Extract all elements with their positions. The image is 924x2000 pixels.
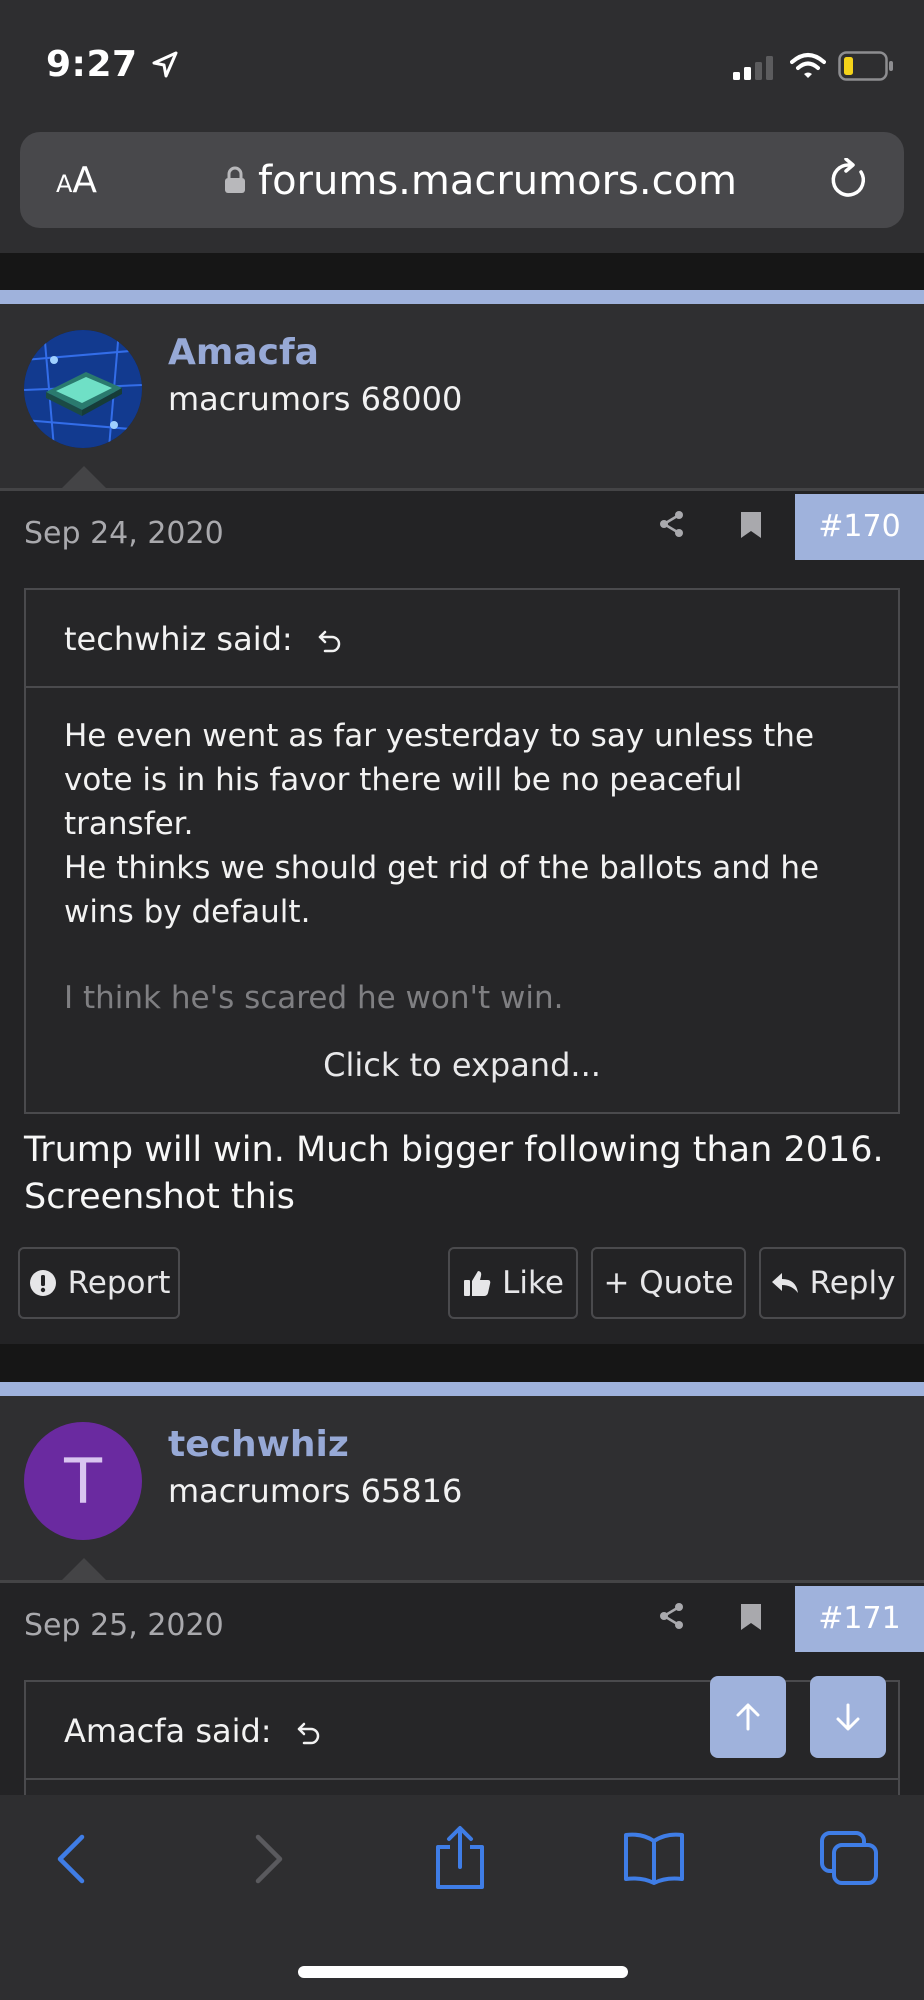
avatar[interactable]: T <box>24 1422 142 1540</box>
back-icon[interactable] <box>52 1831 88 1887</box>
quote-faded-text: I think he's scared he won't win. <box>64 980 564 1016</box>
forward-icon[interactable] <box>252 1831 288 1887</box>
quote-header[interactable]: techwhiz said: <box>26 590 898 688</box>
home-indicator <box>298 1966 628 1978</box>
avatar[interactable] <box>24 330 142 448</box>
user-title: macrumors 68000 <box>168 380 463 418</box>
scroll-up-button[interactable] <box>710 1676 786 1758</box>
browser-top-chrome: 9:27 AA forums.macrumors.com <box>0 0 924 253</box>
reply-arrow-icon <box>771 1273 798 1293</box>
post-number[interactable]: #171 <box>795 1586 924 1652</box>
header-caret <box>62 466 106 488</box>
alert-icon <box>29 1270 56 1296</box>
tabs-icon[interactable] <box>818 1829 880 1887</box>
report-button[interactable]: Report <box>18 1247 180 1319</box>
reply-button[interactable]: Reply <box>759 1247 906 1319</box>
jump-arrow-icon[interactable] <box>296 1720 322 1746</box>
url-text[interactable]: forums.macrumors.com <box>258 158 737 204</box>
wifi-icon <box>790 53 826 78</box>
user-title: macrumors 65816 <box>168 1472 463 1510</box>
share-sheet-icon[interactable] <box>432 1825 488 1891</box>
post-number[interactable]: #170 <box>795 494 924 560</box>
post-gap <box>0 1344 924 1382</box>
share-icon[interactable] <box>658 510 686 538</box>
quote-author[interactable]: techwhiz said: <box>64 620 343 658</box>
bookmark-icon[interactable] <box>740 511 762 539</box>
quote-button[interactable]: + Quote <box>591 1247 746 1319</box>
reload-icon[interactable] <box>828 158 870 202</box>
share-icon[interactable] <box>658 1602 686 1630</box>
quote-block: techwhiz said: He even went as far yeste… <box>24 588 900 1114</box>
post-date[interactable]: Sep 24, 2020 <box>24 516 224 551</box>
post-user-header: Amacfa macrumors 68000 <box>0 304 924 488</box>
username[interactable]: Amacfa <box>168 332 319 373</box>
scroll-down-button[interactable] <box>810 1676 886 1758</box>
thumbs-up-icon <box>464 1271 491 1296</box>
battery-icon <box>838 51 893 81</box>
avatar-image <box>24 330 142 448</box>
post-message: Trump will win. Much bigger following th… <box>24 1130 884 1217</box>
jump-arrow-icon[interactable] <box>317 628 343 654</box>
post-top-rule <box>0 290 924 304</box>
header-caret <box>62 1558 106 1580</box>
post-170: Amacfa macrumors 68000 Sep 24, 2020 #170… <box>0 304 924 1344</box>
signal-icon <box>733 56 773 80</box>
address-bar[interactable]: AA forums.macrumors.com <box>20 132 904 228</box>
divider <box>0 1580 924 1583</box>
book-icon[interactable] <box>622 1831 686 1885</box>
quote-text: He even went as far yesterday to say unl… <box>64 718 820 930</box>
arrow-down-icon <box>836 1703 860 1731</box>
lock-icon <box>225 166 245 193</box>
post-top-rule <box>0 1382 924 1396</box>
username[interactable]: techwhiz <box>168 1424 349 1465</box>
page-gap <box>0 253 924 290</box>
click-to-expand-link[interactable]: Click to expand... <box>26 1046 898 1084</box>
arrow-up-icon <box>736 1703 760 1731</box>
divider <box>0 488 924 491</box>
status-time: 9:27 <box>46 44 138 85</box>
quote-author[interactable]: Amacfa said: <box>64 1712 322 1750</box>
like-button[interactable]: Like <box>448 1247 578 1319</box>
location-arrow-icon <box>152 51 178 78</box>
post-date[interactable]: Sep 25, 2020 <box>24 1608 224 1643</box>
text-size-button[interactable]: AA <box>56 160 97 201</box>
bookmark-icon[interactable] <box>740 1603 762 1631</box>
post-user-header: T techwhiz macrumors 65816 <box>0 1396 924 1580</box>
